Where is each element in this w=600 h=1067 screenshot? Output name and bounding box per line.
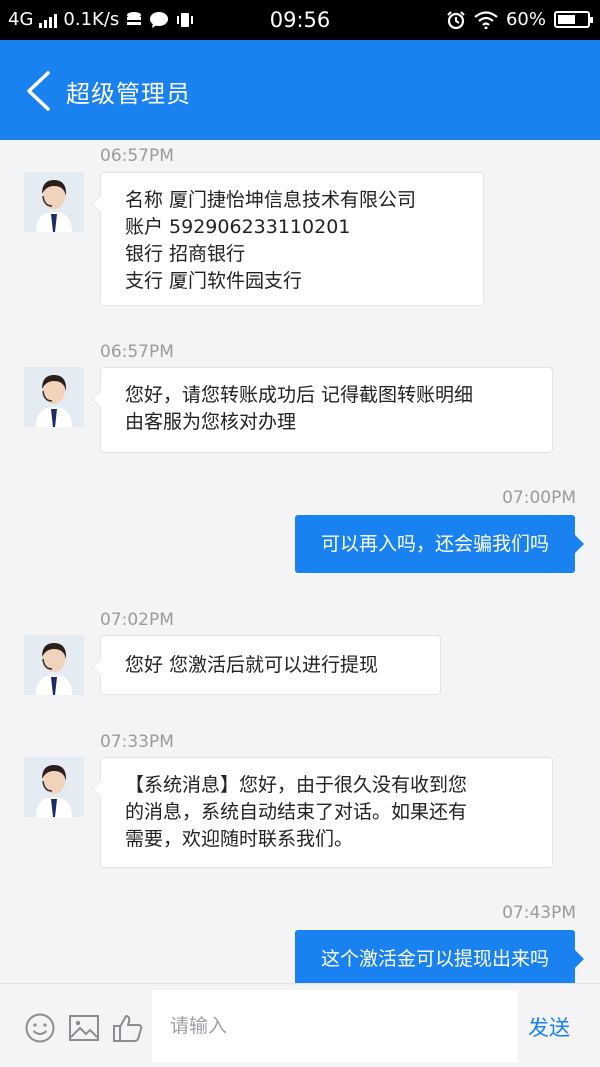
avatar[interactable]	[24, 757, 84, 817]
avatar[interactable]	[24, 367, 84, 427]
battery-fill	[558, 15, 575, 24]
message-text-line: 由客服为您核对办理	[125, 411, 297, 433]
incoming-message-bubble[interactable]: 名称 厦门捷怡坤信息技术有限公司 账户 592906233110201 银行 招…	[92, 172, 484, 306]
message-text-line: 支行 厦门软件园支行	[125, 270, 303, 292]
agent-avatar-image	[24, 172, 84, 232]
message-timestamp: 07:33PM	[100, 732, 174, 752]
message-text: 这个激活金可以提现出来吗	[320, 948, 549, 970]
thumbs-up-icon[interactable]	[112, 1012, 144, 1044]
incoming-message-bubble[interactable]: 您好，请您转账成功后 记得截图转账明细 由客服为您核对办理	[92, 367, 553, 453]
message-text-line: 【系统消息】您好，由于很久没有收到您	[125, 774, 468, 796]
outgoing-message-bubble[interactable]: 可以再入吗，还会骗我们吗	[294, 515, 585, 573]
message-text-line: 您好，请您转账成功后 记得截图转账明细	[125, 384, 474, 406]
incoming-message-bubble[interactable]: 您好 您激活后就可以进行提现	[92, 635, 441, 695]
message-text-line: 需要，欢迎随时联系我们。	[125, 828, 354, 850]
battery-icon	[554, 11, 593, 28]
status-right: 60%	[446, 9, 593, 30]
back-arrow-icon[interactable]	[24, 70, 54, 112]
wifi-icon	[474, 10, 498, 29]
input-bar: 发送	[0, 983, 600, 1067]
message-timestamp: 07:02PM	[100, 610, 174, 630]
avatar[interactable]	[24, 635, 84, 695]
battery-percent: 60%	[505, 9, 546, 30]
agent-avatar-image	[24, 367, 84, 427]
message-text-line: 您好 您激活后就可以进行提现	[125, 654, 379, 676]
chat-header: 超级管理员	[0, 40, 600, 140]
message-text: 可以再入吗，还会骗我们吗	[320, 533, 549, 555]
agent-avatar-image	[24, 635, 84, 695]
message-list[interactable]: 06:57PM 名称 厦门捷怡坤信息技术有限公司 账户 592906233110…	[0, 140, 600, 983]
alarm-icon	[447, 10, 465, 29]
emoji-icon[interactable]	[24, 1012, 56, 1044]
avatar[interactable]	[24, 172, 84, 232]
message-text-line: 账户 592906233110201	[125, 216, 351, 238]
message-text-line: 名称 厦门捷怡坤信息技术有限公司	[125, 189, 417, 211]
outgoing-message-bubble[interactable]: 这个激活金可以提现出来吗	[294, 930, 585, 983]
send-button[interactable]: 发送	[528, 1012, 570, 1042]
incoming-message-bubble[interactable]: 【系统消息】您好，由于很久没有收到您 的消息，系统自动结束了对话。如果还有 需要…	[92, 757, 553, 868]
message-timestamp: 06:57PM	[100, 146, 174, 166]
message-text-line: 的消息，系统自动结束了对话。如果还有	[125, 801, 468, 823]
message-timestamp: 07:43PM	[502, 903, 576, 923]
message-input[interactable]	[152, 990, 518, 1062]
chat-title: 超级管理员	[66, 80, 191, 108]
agent-avatar-image	[24, 757, 84, 817]
status-bar: 4G 0.1K/s 09:56 60%	[0, 0, 600, 40]
message-timestamp: 06:57PM	[100, 342, 174, 362]
message-text-line: 银行 招商银行	[125, 243, 246, 265]
image-icon[interactable]	[68, 1012, 100, 1044]
message-timestamp: 07:00PM	[502, 488, 576, 508]
